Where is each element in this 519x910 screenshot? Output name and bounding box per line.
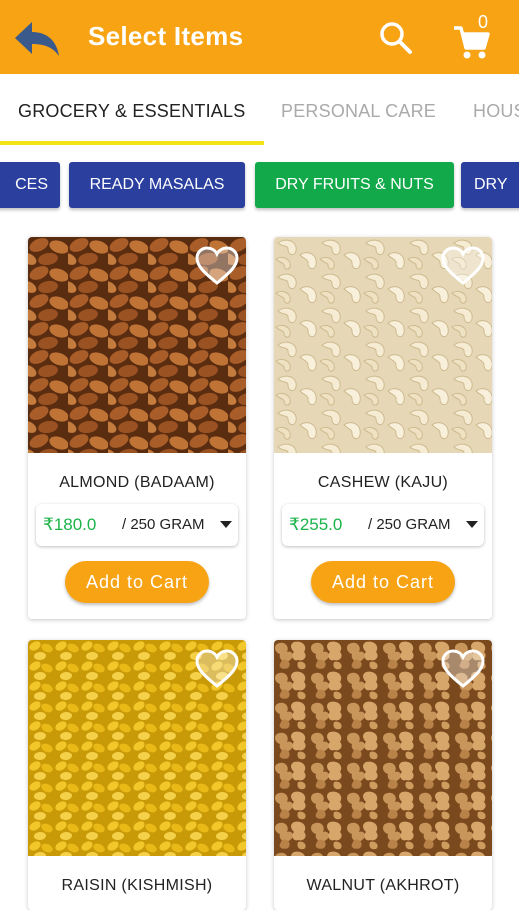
dropdown-caret-icon: [220, 521, 232, 528]
search-icon[interactable]: [378, 20, 414, 56]
product-price: ₹180.0: [43, 515, 97, 534]
unit-selector[interactable]: ₹180.0 / 250 GRAM: [36, 504, 238, 546]
product-unit: / 250 GRAM: [368, 516, 451, 533]
category-tabs: GROCERY & ESSENTIALS PERSONAL CARE HOUS: [0, 74, 519, 146]
active-tab-indicator: [0, 141, 264, 145]
heart-icon[interactable]: [194, 648, 240, 690]
product-name: ALMOND (BADAAM): [59, 474, 215, 491]
tab-household[interactable]: HOUS: [473, 101, 519, 122]
subcategory-chips: CES READY MASALAS DRY FRUITS & NUTS DRY: [0, 146, 519, 226]
product-price: ₹255.0: [289, 515, 343, 534]
product-card[interactable]: ALMOND (BADAAM) ₹180.0 / 250 GRAM Add to…: [28, 237, 246, 619]
add-to-cart-button[interactable]: Add to Cart: [65, 561, 209, 603]
chip-spices[interactable]: CES: [0, 162, 60, 208]
app-bar: Select Items 0: [0, 0, 519, 74]
back-arrow-icon[interactable]: [12, 18, 62, 58]
heart-icon[interactable]: [440, 648, 486, 690]
chip-dry[interactable]: DRY: [461, 162, 519, 208]
cart-count-badge: 0: [478, 12, 489, 32]
unit-selector[interactable]: ₹255.0 / 250 GRAM: [282, 504, 484, 546]
heart-icon[interactable]: [440, 245, 486, 287]
add-to-cart-button[interactable]: Add to Cart: [311, 561, 455, 603]
page-title: Select Items: [88, 21, 244, 51]
product-name: RAISIN (KISHMISH): [61, 877, 213, 894]
product-card[interactable]: RAISIN (KISHMISH): [28, 640, 246, 910]
product-card[interactable]: CASHEW (KAJU) ₹255.0 / 250 GRAM Add to C…: [274, 237, 492, 619]
product-unit: / 250 GRAM: [122, 516, 205, 533]
chip-ready-masalas[interactable]: READY MASALAS: [69, 162, 245, 208]
tab-personal-care[interactable]: PERSONAL CARE: [281, 101, 436, 122]
dropdown-caret-icon: [466, 521, 478, 528]
chip-dry-fruits-nuts[interactable]: DRY FRUITS & NUTS: [255, 162, 454, 208]
product-card[interactable]: WALNUT (AKHROT): [274, 640, 492, 910]
heart-icon[interactable]: [194, 245, 240, 287]
product-name: WALNUT (AKHROT): [306, 877, 460, 894]
tab-grocery-essentials[interactable]: GROCERY & ESSENTIALS: [18, 101, 245, 122]
product-name: CASHEW (KAJU): [317, 474, 449, 491]
